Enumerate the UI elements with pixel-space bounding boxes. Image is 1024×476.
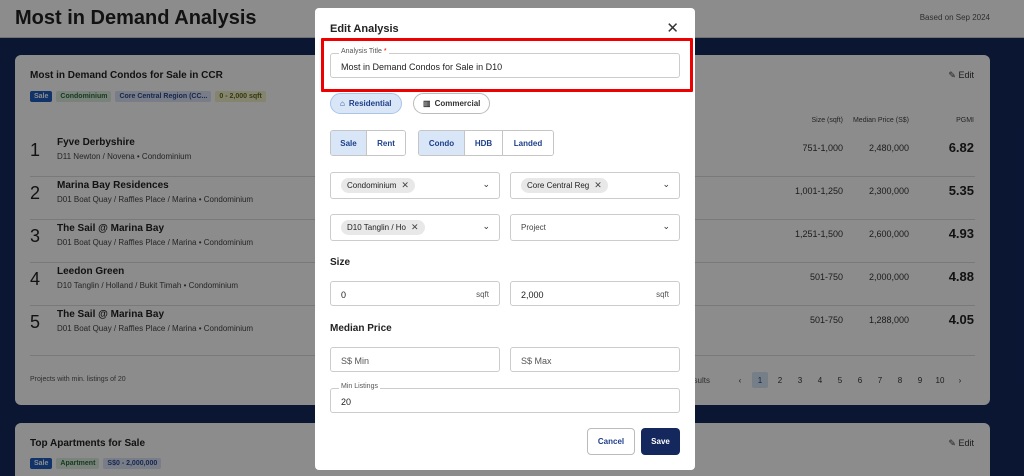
chevron-down-icon: ⌄	[662, 221, 670, 231]
close-icon[interactable]: ✕	[411, 222, 419, 233]
edit-analysis-dialog: Edit Analysis ✕ Analysis Title * Most in…	[315, 8, 695, 470]
property-sub-type-select[interactable]: Condominium ✕ ⌄	[330, 172, 500, 199]
sale-option[interactable]: Sale	[331, 131, 367, 155]
chip: Core Central Reg ✕	[521, 178, 608, 193]
min-listings-label: Min Listings	[339, 383, 380, 390]
home-icon: ⌂	[340, 99, 345, 108]
cancel-button[interactable]: Cancel	[587, 428, 635, 455]
size-max-field[interactable]: 2,000 sqft	[510, 281, 680, 306]
project-select[interactable]: Project ⌄	[510, 214, 680, 241]
chevron-down-icon: ⌄	[482, 179, 490, 189]
property-type-toggle: Condo HDB Landed	[418, 130, 554, 156]
hdb-option[interactable]: HDB	[465, 131, 503, 155]
size-section-label: Size	[330, 257, 351, 268]
residential-button[interactable]: ⌂ Residential	[330, 93, 402, 114]
district-select[interactable]: D10 Tanglin / Ho ✕ ⌄	[330, 214, 500, 241]
close-icon[interactable]: ✕	[401, 180, 409, 191]
dialog-title: Edit Analysis	[330, 23, 399, 35]
price-min-field[interactable]: S$ Min	[330, 347, 500, 372]
chip: D10 Tanglin / Ho ✕	[341, 220, 425, 235]
condo-option[interactable]: Condo	[419, 131, 465, 155]
rent-option[interactable]: Rent	[367, 131, 405, 155]
chevron-down-icon: ⌄	[482, 221, 490, 231]
close-icon[interactable]: ✕	[594, 180, 602, 191]
price-max-field[interactable]: S$ Max	[510, 347, 680, 372]
analysis-title-field[interactable]: Analysis Title * Most in Demand Condos f…	[330, 48, 680, 78]
project-placeholder: Project	[521, 223, 546, 232]
chevron-down-icon: ⌄	[662, 179, 670, 189]
building-icon: ▥	[423, 99, 431, 108]
close-icon[interactable]: ✕	[666, 19, 679, 37]
size-min-field[interactable]: 0 sqft	[330, 281, 500, 306]
listing-type-toggle: Sale Rent	[330, 130, 406, 156]
median-price-section-label: Median Price	[330, 323, 392, 334]
chip: Condominium ✕	[341, 178, 415, 193]
commercial-button[interactable]: ▥ Commercial	[413, 93, 491, 114]
analysis-title-label: Analysis Title *	[339, 48, 389, 55]
region-select[interactable]: Core Central Reg ✕ ⌄	[510, 172, 680, 199]
analysis-title-value: Most in Demand Condos for Sale in D10	[341, 62, 503, 72]
min-listings-field[interactable]: Min Listings 20	[330, 383, 680, 413]
landed-option[interactable]: Landed	[503, 131, 553, 155]
save-button[interactable]: Save	[641, 428, 680, 455]
